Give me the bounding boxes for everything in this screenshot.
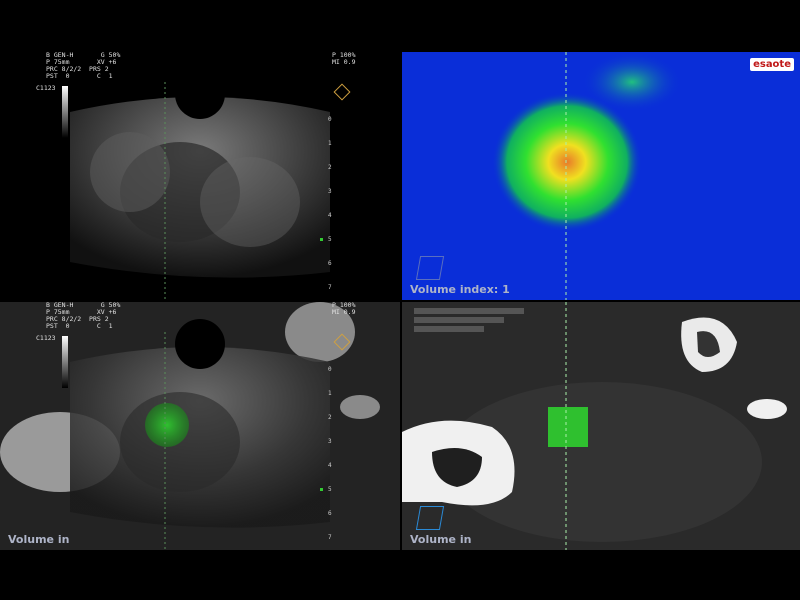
volume-index-label: Volume in [8, 533, 70, 546]
focus-marker [320, 488, 323, 491]
power-params: P 100% MI 0.9 [332, 302, 356, 316]
ct-image [402, 302, 800, 550]
grayscale-bar-icon [62, 86, 68, 138]
focus-marker [320, 238, 323, 241]
depth-scale: 0 1 2 3 4 5 6 7 [328, 366, 332, 541]
volume-cube-icon[interactable] [415, 506, 445, 530]
depth-scale: 0 1 2 3 4 5 6 7 [328, 116, 332, 291]
grayscale-bar-icon [62, 336, 68, 388]
volume-index-label: Volume in [410, 533, 472, 546]
probe-label: C1123 [36, 84, 56, 92]
acquisition-params: B GEN-H G 50% P 75mm XV +6 PRC 8/2/2 PRS… [46, 52, 121, 80]
info-bars [414, 308, 524, 335]
heatmap-image [492, 52, 682, 300]
fusion-panel[interactable]: B GEN-H G 50% P 75mm XV +6 PRC 8/2/2 PRS… [0, 302, 400, 550]
heatmap-panel[interactable]: esaote Volume index: 1 [402, 52, 800, 300]
volume-cube-icon[interactable] [415, 256, 445, 280]
acquisition-params: B GEN-H G 50% P 75mm XV +6 PRC 8/2/2 PRS… [46, 302, 121, 330]
probe-label: C1123 [36, 334, 56, 342]
volume-index-label: Volume index: 1 [410, 283, 510, 296]
power-params: P 100% MI 0.9 [332, 52, 356, 66]
ultrasound-panel[interactable]: B GEN-H G 50% P 75mm XV +6 PRC 8/2/2 PRS… [0, 52, 400, 300]
ct-panel[interactable]: Volume in [402, 302, 800, 550]
esaote-logo-icon: esaote [750, 58, 794, 71]
